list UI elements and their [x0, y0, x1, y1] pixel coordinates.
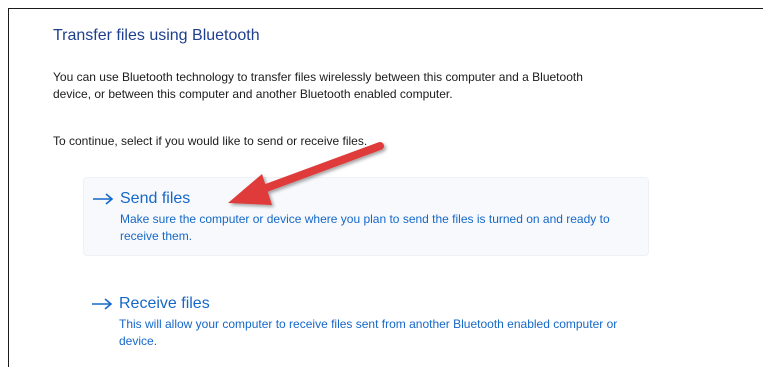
receive-files-label[interactable]: Receive files [119, 295, 210, 313]
page-title: Transfer files using Bluetooth [53, 27, 260, 44]
send-files-option[interactable]: Send files Make sure the computer or dev… [83, 177, 649, 256]
send-files-label[interactable]: Send files [120, 190, 190, 208]
arrow-right-icon [92, 298, 113, 310]
description-text: You can use Bluetooth technology to tran… [53, 70, 583, 101]
receive-files-option[interactable]: Receive files This will allow your compu… [83, 283, 649, 360]
receive-files-description: This will allow your computer to receive… [119, 317, 618, 348]
send-files-description: Make sure the computer or device where y… [120, 212, 610, 243]
bluetooth-transfer-dialog: Transfer files using Bluetooth You can u… [8, 8, 763, 367]
arrow-right-icon [93, 193, 114, 205]
instruction-text: To continue, select if you would like to… [53, 134, 368, 148]
